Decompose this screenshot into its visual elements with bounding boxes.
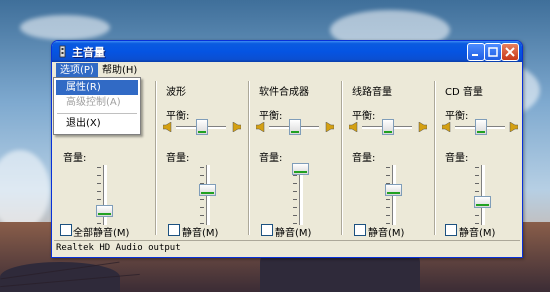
mute-label: 静音(M) [275,228,312,239]
channel-cd: CD 音量 平衡: 音量: 静音(M) [437,79,519,239]
speaker-left-icon [349,122,358,132]
speaker-right-icon [232,122,241,132]
window-title: 主音量 [72,46,105,59]
balance-slider-thumb[interactable] [382,119,394,135]
menu-bar: 选项(P) 帮助(H) [54,63,520,78]
speaker-right-icon [418,122,427,132]
balance-label: 平衡: [445,111,469,122]
channel-wave: 波形 平衡: 音量: 静音(M) [158,79,248,239]
status-bar: Realtek HD Audio output [54,240,520,255]
volume-slider-thumb[interactable] [96,205,113,217]
volume-label: 音量: [445,153,469,164]
divider [155,81,157,235]
channel-synth: 软件合成器 平衡: 音量: 静音(M) [251,79,341,239]
mute-all-checkbox[interactable] [60,224,72,236]
balance-label: 平衡: [352,111,376,122]
close-button[interactable] [501,43,519,61]
volume-slider-thumb[interactable] [292,163,309,175]
close-icon [505,47,515,57]
mute-label: 静音(M) [459,228,496,239]
speaker-icon [56,45,69,58]
mute-all-label: 全部静音(M) [73,228,130,239]
speaker-left-icon [442,122,451,132]
balance-slider-thumb[interactable] [289,119,301,135]
speaker-right-icon [325,122,334,132]
balance-label: 平衡: [166,111,190,122]
balance-slider-thumb[interactable] [196,119,208,135]
volume-slider-thumb[interactable] [474,196,491,208]
options-dropdown-menu: 属性(R) 高级控制(A) 退出(X) [53,77,141,135]
mute-checkbox[interactable] [354,224,366,236]
menu-item-exit[interactable]: 退出(X) [56,116,138,131]
menu-item-properties[interactable]: 属性(R) [56,80,138,95]
volume-window: 主音量 选项(P) 帮助(H) 音量: 全部静音(M) 波形 平衡: 音量: 静… [51,40,523,258]
speaker-left-icon [256,122,265,132]
channel-line-in: 线路音量 平衡: 音量: 静音(M) [344,79,434,239]
menu-options[interactable]: 选项(P) [56,63,98,78]
volume-label: 音量: [166,153,190,164]
channel-title: 线路音量 [352,87,392,98]
volume-label: 音量: [259,153,283,164]
mute-label: 静音(M) [182,228,219,239]
volume-slider-thumb[interactable] [199,184,216,196]
minimize-button[interactable] [467,43,485,61]
balance-label: 平衡: [259,111,283,122]
mute-label: 静音(M) [368,228,405,239]
volume-slider-thumb[interactable] [385,184,402,196]
menu-item-advanced-controls: 高级控制(A) [66,97,121,108]
volume-label: 音量: [63,153,87,164]
volume-track [481,165,485,225]
divider [248,81,250,235]
balance-slider-thumb[interactable] [475,119,487,135]
speaker-left-icon [163,122,172,132]
volume-label: 音量: [352,153,376,164]
channel-title: 波形 [166,87,186,98]
channel-title: CD 音量 [445,87,483,98]
cloud [20,15,110,40]
divider [434,81,436,235]
maximize-button[interactable] [484,43,502,61]
mute-checkbox[interactable] [445,224,457,236]
title-bar[interactable]: 主音量 [52,41,522,62]
mute-checkbox[interactable] [261,224,273,236]
menu-separator [57,113,137,114]
menu-help[interactable]: 帮助(H) [98,63,141,78]
mute-checkbox[interactable] [168,224,180,236]
speaker-right-icon [509,122,518,132]
divider [341,81,343,235]
channel-title: 软件合成器 [259,87,309,98]
